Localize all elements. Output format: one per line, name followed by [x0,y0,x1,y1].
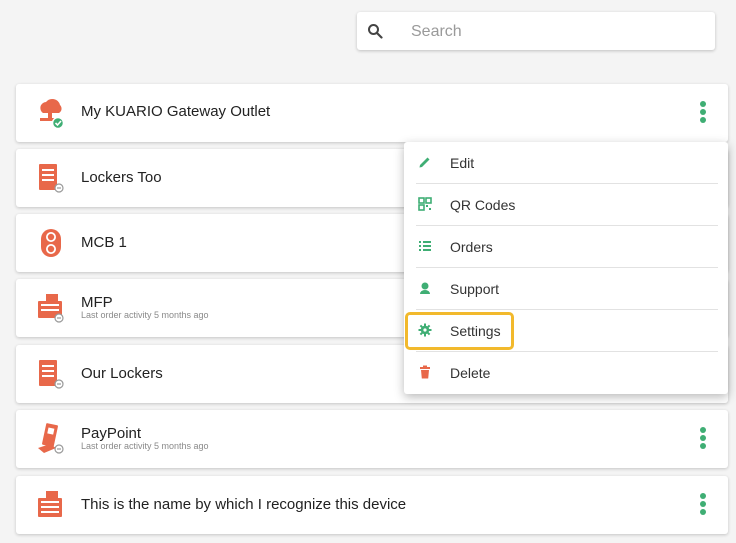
paypoint-icon [38,423,64,454]
last-activity-text: Last order activity 5 months ago [81,310,209,320]
gateway-cloud-icon [40,98,65,130]
search-input[interactable] [409,12,703,52]
menu-item-delete[interactable]: Delete [404,352,728,394]
support-agent-icon [420,282,430,294]
menu-item-edit[interactable]: Edit [404,142,728,184]
printer-icon [38,491,62,517]
menu-item-label: Orders [450,239,493,255]
device-context-menu: Edit QR Codes Orders Support Settings De… [404,142,728,394]
menu-item-label: Delete [450,365,491,381]
more-options-button[interactable] [696,99,710,127]
menu-item-qr-codes[interactable]: QR Codes [404,184,728,226]
settings-highlight-box [405,312,514,350]
device-name: PayPoint [81,425,142,442]
menu-item-support[interactable]: Support [404,268,728,310]
device-card-gateway[interactable]: My KUARIO Gateway Outlet [16,84,728,142]
menu-item-label: QR Codes [450,197,516,213]
search-icon [368,24,383,39]
device-name: Our Lockers [81,365,163,382]
list-icon [419,241,431,251]
device-name: MCB 1 [81,234,127,251]
device-name: MFP [81,294,113,311]
search-box[interactable] [357,12,715,52]
trash-icon [420,365,430,379]
printer-icon [38,294,64,323]
pencil-icon [419,157,430,168]
mcb-icon [41,229,61,257]
more-options-button[interactable] [696,491,710,519]
menu-item-label: Edit [450,155,475,171]
device-card-paypoint[interactable]: PayPoint Last order activity 5 months ag… [16,410,728,468]
locker-icon [39,164,64,193]
menu-item-orders[interactable]: Orders [404,226,728,268]
locker-icon [39,360,64,389]
last-activity-text: Last order activity 5 months ago [81,441,209,451]
device-name: Lockers Too [81,169,162,186]
device-name: My KUARIO Gateway Outlet [81,103,271,120]
menu-item-label: Support [450,281,500,297]
qr-code-icon [418,197,432,211]
device-card-named-device[interactable]: This is the name by which I recognize th… [16,476,728,534]
more-options-button[interactable] [696,425,710,453]
device-name: This is the name by which I recognize th… [81,496,407,513]
